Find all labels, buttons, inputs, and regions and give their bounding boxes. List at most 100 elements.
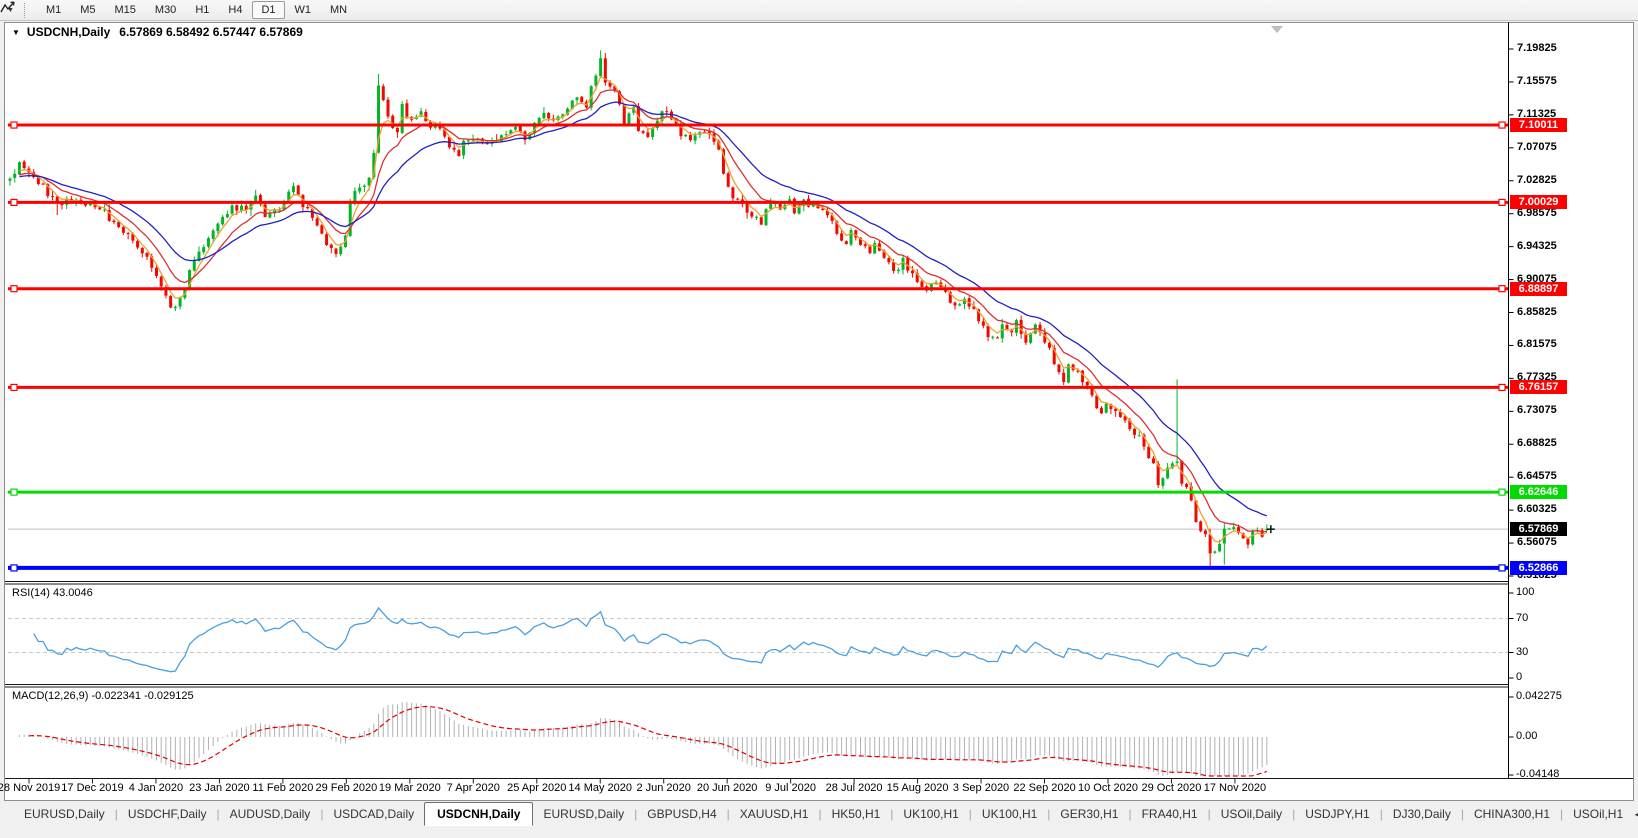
line-handle[interactable]: [1499, 122, 1505, 128]
timeframe-button-m30[interactable]: M30: [146, 1, 185, 19]
date-axis-label: 28 Nov 2019: [0, 782, 60, 794]
line-handle[interactable]: [11, 122, 17, 128]
tab-scroll-arrows: ◄►: [1633, 804, 1638, 819]
tab-scroll-left-button[interactable]: ◄: [1633, 810, 1638, 819]
top-toolbar: ▼ M1M5M15M30H1H4D1W1MN: [0, 0, 1638, 21]
line-handle[interactable]: [1499, 565, 1505, 571]
toolbar-grip: [24, 3, 31, 18]
chart-canvas[interactable]: [0, 0, 1638, 838]
rsi-scale-label: 30: [1516, 646, 1528, 658]
timeframe-button-m15[interactable]: M15: [106, 1, 145, 19]
rsi-indicator-label: RSI(14) 43.0046: [12, 587, 93, 599]
price-axis-label: 6.81575: [1517, 338, 1557, 350]
timeframe-button-h4[interactable]: H4: [219, 1, 251, 19]
chart-tab-uk100-h1[interactable]: UK100,H1: [972, 804, 1047, 824]
chart-tab-china300-h1[interactable]: CHINA300,H1: [1464, 804, 1560, 824]
price-axis-label: 6.85825: [1517, 306, 1557, 318]
date-axis-label: 2 Jun 2020: [636, 782, 690, 794]
date-axis-label: 11 Feb 2020: [252, 782, 313, 794]
timeframe-button-group: M1M5M15M30H1H4D1W1MN: [37, 1, 356, 19]
chart-tab-hk50-h1[interactable]: HK50,H1: [822, 804, 891, 824]
chart-tab-bar: EURUSD,Daily|USDCHF,Daily|AUDUSD,Daily|U…: [0, 801, 1638, 838]
current-price-badge: 6.57869: [1510, 522, 1567, 536]
price-axis-label: 6.64575: [1517, 470, 1557, 482]
line-handle[interactable]: [11, 384, 17, 390]
price-axis-label: 7.19825: [1517, 42, 1557, 54]
chart-window-title: ▼ USDCNH,Daily 6.57869 6.58492 6.57447 6…: [12, 25, 303, 39]
chart-tab-dj30-daily[interactable]: DJ30,Daily: [1383, 804, 1461, 824]
timeframe-button-w1[interactable]: W1: [286, 1, 321, 19]
price-axis-label: 6.60325: [1517, 503, 1557, 515]
date-axis-label: 17 Nov 2020: [1204, 782, 1266, 794]
date-axis-label: 7 Apr 2020: [447, 782, 500, 794]
date-axis-label: 20 Jun 2020: [697, 782, 758, 794]
line-handle[interactable]: [1499, 384, 1505, 390]
timeframe-button-mn[interactable]: MN: [321, 1, 356, 19]
timeframe-button-m5[interactable]: M5: [71, 1, 104, 19]
line-handle[interactable]: [11, 286, 17, 292]
chart-tab-ger30-h1[interactable]: GER30,H1: [1050, 804, 1128, 824]
chart-tab-eurusd-daily[interactable]: EURUSD,Daily: [533, 804, 634, 824]
price-axis-label: 6.94325: [1517, 240, 1557, 252]
price-line-badge: 7.10011: [1510, 118, 1567, 132]
price-line-badge: 6.88897: [1510, 282, 1567, 296]
rsi-scale-label: 70: [1516, 612, 1528, 624]
chart-tab-audusd-daily[interactable]: AUDUSD,Daily: [220, 804, 321, 824]
price-axis-label: 7.02825: [1517, 174, 1557, 186]
date-axis-label: 4 Jan 2020: [129, 782, 183, 794]
date-axis-label: 9 Jul 2020: [765, 782, 816, 794]
zigzag-glyph: [0, 0, 16, 15]
date-axis-label: 29 Oct 2020: [1141, 782, 1201, 794]
chart-tab-gbpusd-h4[interactable]: GBPUSD,H4: [637, 804, 726, 824]
chart-tab-usdjpy-h1[interactable]: USDJPY,H1: [1295, 804, 1379, 824]
line-handle[interactable]: [11, 489, 17, 495]
chart-tab-usdcad-daily[interactable]: USDCAD,Daily: [323, 804, 424, 824]
date-axis-label: 15 Aug 2020: [887, 782, 949, 794]
price-line-badge: 6.62646: [1510, 485, 1567, 499]
price-axis-label: 6.56075: [1517, 536, 1557, 548]
timeframe-button-h1[interactable]: H1: [186, 1, 218, 19]
chart-tab-fra40-h1[interactable]: FRA40,H1: [1132, 804, 1208, 824]
price-axis-label: 6.68825: [1517, 437, 1557, 449]
date-axis-label: 29 Feb 2020: [315, 782, 377, 794]
timeframe-button-d1[interactable]: D1: [252, 1, 284, 19]
price-line-badge: 7.00029: [1510, 195, 1567, 209]
collapse-triangle-icon[interactable]: ▼: [12, 28, 20, 37]
macd-scale-label: -0.04148: [1516, 768, 1559, 780]
line-handle[interactable]: [11, 199, 17, 205]
macd-scale-label: 0.00: [1516, 730, 1537, 742]
chart-tab-usdcnh-daily[interactable]: USDCNH,Daily: [424, 802, 533, 826]
date-axis-label: 10 Oct 2020: [1078, 782, 1138, 794]
price-axis-label: 7.07075: [1517, 141, 1557, 153]
rsi-scale-label: 0: [1516, 671, 1522, 683]
line-studies-icon[interactable]: ▼: [2, 6, 16, 15]
mt4-screen: ▼ M1M5M15M30H1H4D1W1MN ▼ USDCNH,Daily 6.…: [0, 0, 1638, 838]
chart-tab-usoil-h1[interactable]: USOil,H1: [1563, 804, 1633, 824]
line-handle[interactable]: [1499, 286, 1505, 292]
chart-ohlc-values: 6.57869 6.58492 6.57447 6.57869: [119, 25, 303, 39]
macd-indicator-label: MACD(12,26,9) -0.022341 -0.029125: [12, 690, 194, 702]
macd-scale-label: 0.042275: [1516, 690, 1562, 702]
chart-tab-usdchf-daily[interactable]: USDCHF,Daily: [118, 804, 217, 824]
chart-tab-usoil-daily[interactable]: USOil,Daily: [1211, 804, 1292, 824]
date-axis-label: 3 Sep 2020: [953, 782, 1009, 794]
price-line-badge: 6.76157: [1510, 380, 1567, 394]
chart-tab-xauusd-h1[interactable]: XAUUSD,H1: [730, 804, 819, 824]
date-axis-label: 25 Apr 2020: [507, 782, 566, 794]
line-handle[interactable]: [1499, 199, 1505, 205]
timeframe-button-m1[interactable]: M1: [37, 1, 70, 19]
date-axis-label: 28 Jul 2020: [826, 782, 883, 794]
date-axis-label: 14 May 2020: [568, 782, 632, 794]
price-line-badge: 6.52866: [1510, 561, 1567, 575]
price-axis-label: 6.73075: [1517, 404, 1557, 416]
price-axis-label: 7.15575: [1517, 75, 1557, 87]
date-axis-label: 19 Mar 2020: [379, 782, 441, 794]
chart-tab-eurusd-daily[interactable]: EURUSD,Daily: [14, 804, 115, 824]
date-axis-label: 17 Dec 2019: [61, 782, 123, 794]
date-axis-label: 23 Jan 2020: [189, 782, 250, 794]
chart-tab-uk100-h1[interactable]: UK100,H1: [893, 804, 968, 824]
line-handle[interactable]: [1499, 489, 1505, 495]
chart-symbol-label: USDCNH,Daily: [27, 25, 110, 39]
line-handle[interactable]: [11, 565, 17, 571]
date-axis-label: 22 Sep 2020: [1013, 782, 1075, 794]
